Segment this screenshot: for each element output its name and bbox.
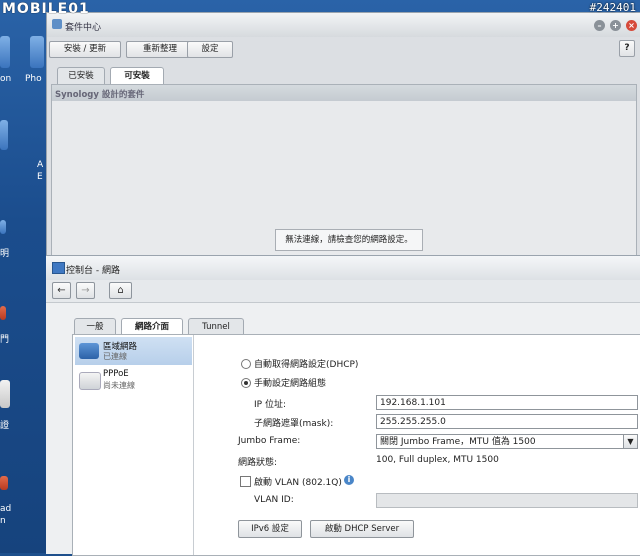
minimize-icon[interactable]: – [594, 20, 605, 31]
desktop-icon-label: n [0, 516, 6, 526]
section-header-label: Synology 設計的套件 [55, 90, 145, 100]
lan-icon [79, 343, 99, 359]
network-interface-panel: 區域網路 已連線 PPPoE 尚未連線 自動取得網路設定(DHCP) 手動設定網… [72, 334, 640, 556]
list-item-lan[interactable]: 區域網路 已連線 [75, 337, 192, 365]
network-titlebar[interactable]: 控制台 - 網路 [46, 256, 640, 280]
pppoe-icon [79, 372, 101, 390]
interface-list: 區域網路 已連線 PPPoE 尚未連線 [73, 335, 194, 555]
desktop-app-icon[interactable] [0, 220, 6, 234]
chevron-down-icon[interactable]: ▼ [623, 435, 637, 448]
watermark-logo: MOBILE01 [2, 1, 90, 17]
navigation-toolbar: ← → ⌂ [46, 280, 640, 303]
refresh-button[interactable]: 重新整理 [126, 41, 194, 58]
close-icon[interactable]: × [626, 20, 637, 31]
vlan-id-label: VLAN ID: [254, 495, 294, 505]
desktop-icon-label: on [0, 74, 12, 84]
desktop-icon-label: 門 [0, 335, 10, 345]
desktop-app-icon[interactable] [0, 120, 8, 150]
network-status-value: 100, Full duplex, MTU 1500 [376, 455, 499, 465]
list-item-pppoe[interactable]: PPPoE 尚未連線 [75, 366, 192, 394]
info-icon[interactable]: i [344, 475, 354, 485]
install-update-button[interactable]: 安裝 / 更新 [49, 41, 121, 58]
package-center-icon [52, 19, 62, 29]
tab-tunnel[interactable]: Tunnel [188, 318, 244, 335]
package-center-titlebar[interactable]: 套件中心 – + × [47, 13, 640, 37]
desktop-app-icon[interactable] [0, 380, 10, 408]
desktop-app-icon[interactable] [30, 36, 44, 68]
ip-address-label: IP 位址: [254, 400, 286, 410]
ip-address-field[interactable]: 192.168.1.101 [376, 395, 638, 410]
jumbo-frame-select[interactable]: 關閉 Jumbo Frame，MTU 值為 1500 ▼ [376, 434, 638, 449]
vlan-checkbox[interactable] [240, 476, 251, 487]
interface-name: PPPoE [103, 369, 129, 379]
interface-status: 已連線 [103, 352, 127, 361]
package-center-window: 套件中心 – + × 安裝 / 更新 重新整理 設定 ? 已安裝 可安裝 Syn… [46, 12, 640, 264]
interface-status: 尚未連線 [103, 381, 135, 390]
control-panel-icon [52, 262, 65, 274]
interface-settings-form: 自動取得網路設定(DHCP) 手動設定網路組態 IP 位址: 192.168.1… [194, 335, 640, 555]
forward-arrow-icon[interactable]: → [76, 282, 95, 299]
dhcp-label: 自動取得網路設定(DHCP) [254, 360, 359, 370]
window-title: 控制台 - 網路 [66, 266, 120, 276]
subnet-mask-field[interactable]: 255.255.255.0 [376, 414, 638, 429]
desktop-app-icon[interactable] [0, 36, 10, 68]
tab-available[interactable]: 可安裝 [110, 67, 164, 84]
desktop-icon-label: 明 [0, 249, 10, 259]
settings-button[interactable]: 設定 [187, 41, 233, 58]
desktop-app-icon[interactable] [0, 476, 8, 490]
section-header: Synology 設計的套件 [52, 85, 636, 101]
tab-network-interface[interactable]: 網路介面 [121, 318, 183, 335]
tab-installed[interactable]: 已安裝 [57, 67, 105, 84]
network-window: 控制台 - 網路 ← → ⌂ 一般 網路介面 Tunnel 區域網路 已連線 P… [46, 255, 640, 556]
network-status-label: 網路狀態: [238, 458, 278, 468]
maximize-icon[interactable]: + [610, 20, 621, 31]
vlan-id-field[interactable] [376, 493, 638, 508]
tab-general[interactable]: 一般 [74, 318, 116, 335]
desktop-app-icon[interactable] [0, 306, 6, 320]
help-button[interactable]: ? [619, 40, 635, 57]
connection-error-message: 無法連線，請檢查您的網路設定。 [275, 229, 423, 251]
manual-config-radio[interactable] [241, 378, 251, 388]
manual-config-label: 手動設定網路組態 [254, 379, 327, 389]
desktop-icon-label: Pho [25, 74, 42, 84]
vlan-label: 啟動 VLAN (802.1Q) [254, 478, 342, 488]
jumbo-frame-value: 關閉 Jumbo Frame，MTU 值為 1500 [380, 437, 536, 447]
desktop-icon-label: E [37, 172, 43, 182]
jumbo-frame-label: Jumbo Frame: [238, 436, 301, 446]
dhcp-radio[interactable] [241, 359, 251, 369]
package-list-panel: Synology 設計的套件 無法連線，請檢查您的網路設定。 [51, 84, 637, 261]
desktop-icon-label: ad [0, 504, 12, 514]
subnet-mask-label: 子網路遮罩(mask): [254, 419, 334, 429]
window-title: 套件中心 [65, 23, 102, 33]
desktop-icon-label: 證 [0, 421, 10, 431]
home-icon[interactable]: ⌂ [109, 282, 132, 299]
back-arrow-icon[interactable]: ← [52, 282, 71, 299]
dhcp-server-button[interactable]: 啟動 DHCP Server [310, 520, 414, 538]
photo-id: #242401 [589, 1, 636, 14]
desktop-icon-label: A [37, 160, 44, 170]
ipv6-settings-button[interactable]: IPv6 設定 [238, 520, 302, 538]
